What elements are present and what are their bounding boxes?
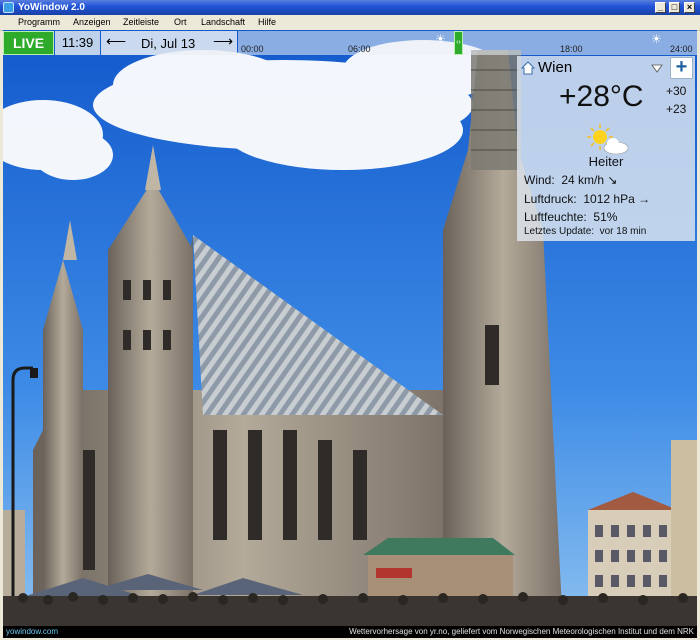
pressure-label: Luftdruck: bbox=[524, 192, 577, 206]
wind-row: Wind: 24 km/h ↘ bbox=[524, 173, 617, 187]
pressure-value: 1012 hPa → bbox=[583, 192, 651, 206]
temperature-high: +30 bbox=[666, 84, 687, 98]
timeline-bar[interactable]: 00:00 06:00 18:00 24:00 ☀ ☀ ‹› bbox=[238, 31, 697, 55]
maximize-button[interactable]: □ bbox=[669, 2, 680, 13]
timeline-tick: 06:00 bbox=[348, 44, 371, 54]
title-bar: YoWindow 2.0 _ □ × bbox=[0, 0, 700, 15]
timeline-tick: 24:00 bbox=[670, 44, 693, 54]
timeline-tick: 00:00 bbox=[241, 44, 264, 54]
previous-day-arrow-icon[interactable]: ⟵ bbox=[106, 33, 126, 50]
temperature-low: +23 bbox=[666, 102, 687, 116]
timeline-tick: 18:00 bbox=[560, 44, 583, 54]
status-bar: yowindow.com Wettervorhersage von yr.no,… bbox=[3, 626, 697, 638]
app-window: YoWindow 2.0 _ □ × Programm Anzeigen Zei… bbox=[0, 0, 700, 640]
wind-label: Wind: bbox=[524, 173, 555, 187]
city-name[interactable]: Wien bbox=[538, 59, 572, 76]
update-row: Letztes Update: vor 18 min bbox=[524, 226, 646, 237]
add-location-button[interactable]: + bbox=[670, 57, 693, 79]
menu-bar: Programm Anzeigen Zeitleiste Ort Landsch… bbox=[0, 15, 700, 31]
date-navigator: ⟵ Di, Jul 13 ⟶ bbox=[101, 31, 237, 55]
humidity-row: Luftfeuchte: 51% bbox=[524, 210, 617, 224]
minimize-button[interactable]: _ bbox=[655, 2, 666, 13]
update-label: Letztes Update: bbox=[524, 226, 595, 237]
update-value: vor 18 min bbox=[599, 226, 647, 237]
sun-cloud-icon bbox=[587, 124, 629, 155]
close-button[interactable]: × bbox=[684, 2, 695, 13]
humidity-label: Luftfeuchte: bbox=[524, 210, 587, 224]
sun-icon: ☀ bbox=[651, 32, 662, 46]
app-icon bbox=[3, 2, 14, 13]
window-title: YoWindow 2.0 bbox=[18, 2, 85, 13]
menu-hilfe[interactable]: Hilfe bbox=[258, 17, 276, 27]
next-day-arrow-icon[interactable]: ⟶ bbox=[213, 33, 233, 50]
pressure-row: Luftdruck: 1012 hPa → bbox=[524, 192, 650, 206]
menu-ort[interactable]: Ort bbox=[174, 17, 187, 27]
timeline-slider[interactable]: ‹› bbox=[454, 31, 463, 55]
condition-text: Heiter bbox=[588, 154, 624, 169]
home-icon[interactable] bbox=[521, 61, 535, 75]
current-time: 11:39 bbox=[55, 31, 100, 55]
forecast-credit[interactable]: Wettervorhersage von yr.no, geliefert vo… bbox=[349, 626, 694, 638]
menu-programm[interactable]: Programm bbox=[18, 17, 60, 27]
live-button[interactable]: LIVE bbox=[3, 31, 54, 55]
menu-anzeigen[interactable]: Anzeigen bbox=[73, 17, 111, 27]
sun-cloud-icon: ☀ bbox=[435, 32, 446, 46]
menu-zeitleiste[interactable]: Zeitleiste bbox=[123, 17, 159, 27]
menu-landschaft[interactable]: Landschaft bbox=[201, 17, 245, 27]
current-date: Di, Jul 13 bbox=[141, 36, 196, 51]
weather-panel: Wien + +28°C +30 +23 Heiter Wind: 24 km/… bbox=[517, 56, 695, 241]
website-link[interactable]: yowindow.com bbox=[6, 626, 58, 638]
humidity-value: 51% bbox=[593, 210, 618, 224]
temperature: +28°C bbox=[559, 80, 644, 113]
chevron-down-icon[interactable] bbox=[651, 62, 663, 74]
wind-value: 24 km/h ↘ bbox=[561, 173, 618, 187]
